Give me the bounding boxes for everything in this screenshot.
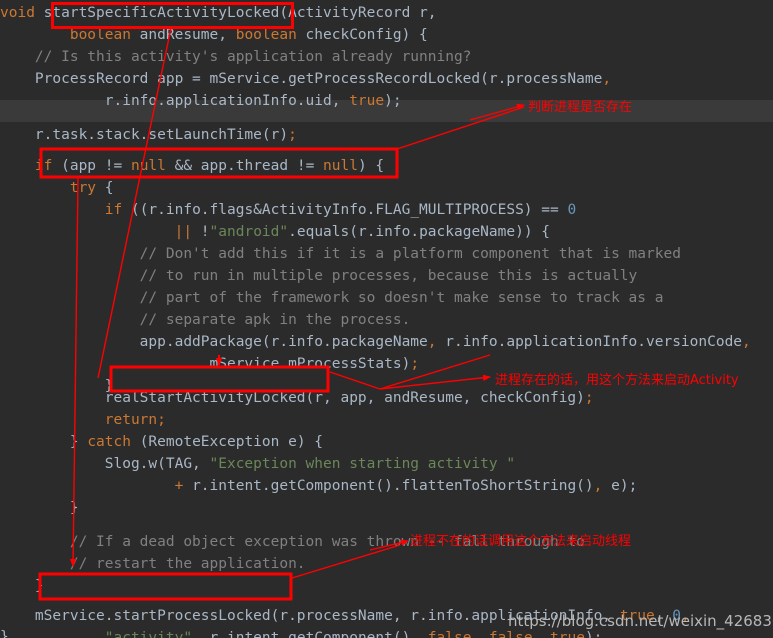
code-line: r.task.stack.setLaunchTime(r); — [0, 127, 297, 143]
code-line: + r.intent.getComponent().flattenToShort… — [174, 478, 638, 494]
code-line: // to run in multiple processes, because… — [0, 268, 638, 284]
code-line: } — [0, 500, 79, 516]
code-line: ProcessRecord app = mService.getProcessR… — [0, 71, 612, 87]
code-line: // Is this activity's application alread… — [0, 49, 472, 65]
code-line: } — [0, 578, 44, 594]
code-line: return; — [104, 412, 166, 428]
code-line: boolean andResume, boolean checkConfig) … — [69, 27, 428, 43]
code-line: Slog.w(TAG, "Exception when starting act… — [0, 456, 516, 472]
code-line: // separate apk in the process. — [0, 312, 411, 328]
code-line: app.addPackage(r.info.packageName, r.inf… — [0, 334, 751, 350]
code-line: } catch (RemoteException e) { — [0, 434, 324, 450]
code-screenshot: void startSpecificActivityLocked(Activit… — [0, 0, 773, 638]
code-line: r.info.applicationInfo.uid, true); — [0, 93, 402, 109]
code-line: // Don't add this if it is a platform co… — [0, 246, 681, 262]
code-line: mService.mProcessStats); — [0, 356, 420, 372]
code-line: // If a dead object exception was thrown… — [0, 534, 585, 550]
code-line: void startSpecificActivityLocked(Activit… — [0, 5, 437, 21]
code-line: try { — [69, 180, 114, 196]
code-line: if (app != null && app.thread != null) { — [34, 158, 385, 174]
code-line: // restart the application. — [0, 556, 306, 572]
code-line: if ((r.info.flags&ActivityInfo.FLAG_MULT… — [104, 202, 577, 218]
code-line: // part of the framework so doesn't make… — [0, 290, 664, 306]
code-content: void startSpecificActivityLocked(Activit… — [0, 0, 773, 638]
watermark-url: https://blog.csdn.net/weixin_42683077 — [508, 612, 773, 630]
code-line: || !"android".equals(r.info.packageName)… — [174, 224, 551, 240]
code-line: realStartActivityLocked(r, app, andResum… — [0, 390, 594, 406]
